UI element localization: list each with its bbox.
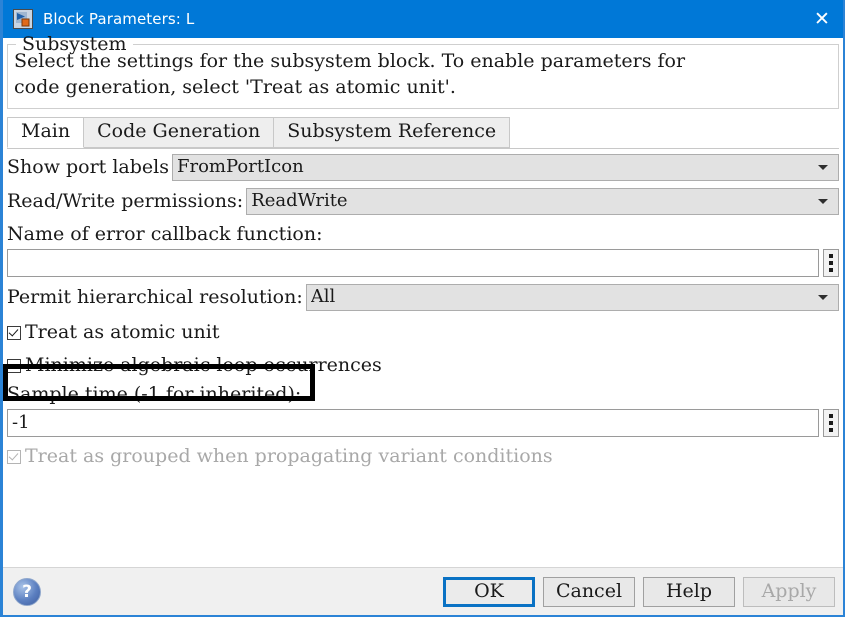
- close-icon[interactable]: ✕: [799, 0, 843, 38]
- window-title: Block Parameters: L: [43, 10, 195, 28]
- help-question-icon[interactable]: ?: [13, 577, 41, 606]
- tab-strip: Main Code Generation Subsystem Reference: [7, 117, 839, 150]
- treat-as-grouped-row: Treat as grouped when propagating varian…: [7, 443, 839, 470]
- error-callback-input[interactable]: [7, 249, 819, 278]
- treat-as-atomic-unit-checkbox[interactable]: [7, 325, 21, 340]
- treat-as-atomic-unit-row[interactable]: Treat as atomic unit: [7, 319, 839, 346]
- dialog-footer: ? OK Cancel Help Apply: [3, 567, 843, 615]
- show-port-labels-row: Show port labels FromPortIcon: [7, 153, 839, 181]
- block-parameters-dialog: Block Parameters: L ✕ Subsystem Select t…: [0, 0, 845, 617]
- error-callback-input-row: [7, 249, 839, 278]
- tab-code-generation[interactable]: Code Generation: [83, 117, 275, 149]
- minimize-algebraic-loop-row[interactable]: Minimize algebraic loop occurrences: [7, 352, 839, 379]
- help-button[interactable]: Help: [643, 576, 735, 607]
- read-write-permissions-dropdown[interactable]: ReadWrite: [246, 187, 839, 215]
- treat-as-atomic-unit-label: Treat as atomic unit: [25, 321, 220, 344]
- tab-main[interactable]: Main: [7, 117, 85, 149]
- chevron-down-icon: [818, 198, 828, 204]
- permit-hierarchical-resolution-value: All: [310, 288, 336, 307]
- simulink-block-icon: [13, 9, 33, 29]
- vertical-dots-icon[interactable]: [823, 409, 839, 438]
- permit-hierarchical-resolution-label: Permit hierarchical resolution:: [7, 285, 303, 308]
- error-callback-label: Name of error callback function:: [7, 222, 323, 245]
- permit-hierarchical-resolution-row: Permit hierarchical resolution: All: [7, 283, 839, 311]
- sample-time-input-row: -1: [7, 409, 839, 438]
- tab-subsystem-reference[interactable]: Subsystem Reference: [273, 117, 511, 149]
- show-port-labels-label: Show port labels: [7, 155, 169, 178]
- chevron-down-icon: [818, 294, 828, 300]
- description-groupbox: Subsystem Select the settings for the su…: [7, 33, 839, 110]
- treat-as-grouped-label: Treat as grouped when propagating varian…: [25, 445, 553, 468]
- apply-button: Apply: [743, 576, 835, 607]
- treat-as-grouped-checkbox: [7, 449, 21, 464]
- read-write-permissions-row: Read/Write permissions: ReadWrite: [7, 187, 839, 215]
- minimize-algebraic-loop-checkbox[interactable]: [7, 358, 21, 373]
- vertical-dots-icon[interactable]: [823, 249, 839, 278]
- error-callback-label-row: Name of error callback function:: [7, 221, 839, 247]
- description-text: Select the settings for the subsystem bl…: [14, 50, 686, 98]
- minimize-algebraic-loop-label: Minimize algebraic loop occurrences: [25, 354, 382, 377]
- groupbox-legend: Subsystem: [22, 32, 127, 55]
- button-group: OK Cancel Help Apply: [443, 576, 835, 607]
- main-tab-panel: Show port labels FromPortIcon Read/Write…: [3, 149, 843, 470]
- chevron-down-icon: [818, 164, 828, 170]
- read-write-permissions-label: Read/Write permissions:: [7, 189, 244, 212]
- cancel-button[interactable]: Cancel: [543, 576, 635, 607]
- sample-time-label: Sample time (-1 for inherited):: [7, 382, 302, 405]
- show-port-labels-dropdown[interactable]: FromPortIcon: [172, 153, 839, 181]
- show-port-labels-value: FromPortIcon: [177, 158, 304, 177]
- sample-time-label-row: Sample time (-1 for inherited):: [7, 381, 839, 407]
- permit-hierarchical-resolution-dropdown[interactable]: All: [305, 283, 839, 311]
- ok-button[interactable]: OK: [443, 576, 535, 607]
- read-write-permissions-value: ReadWrite: [251, 192, 348, 211]
- sample-time-input[interactable]: -1: [7, 409, 819, 438]
